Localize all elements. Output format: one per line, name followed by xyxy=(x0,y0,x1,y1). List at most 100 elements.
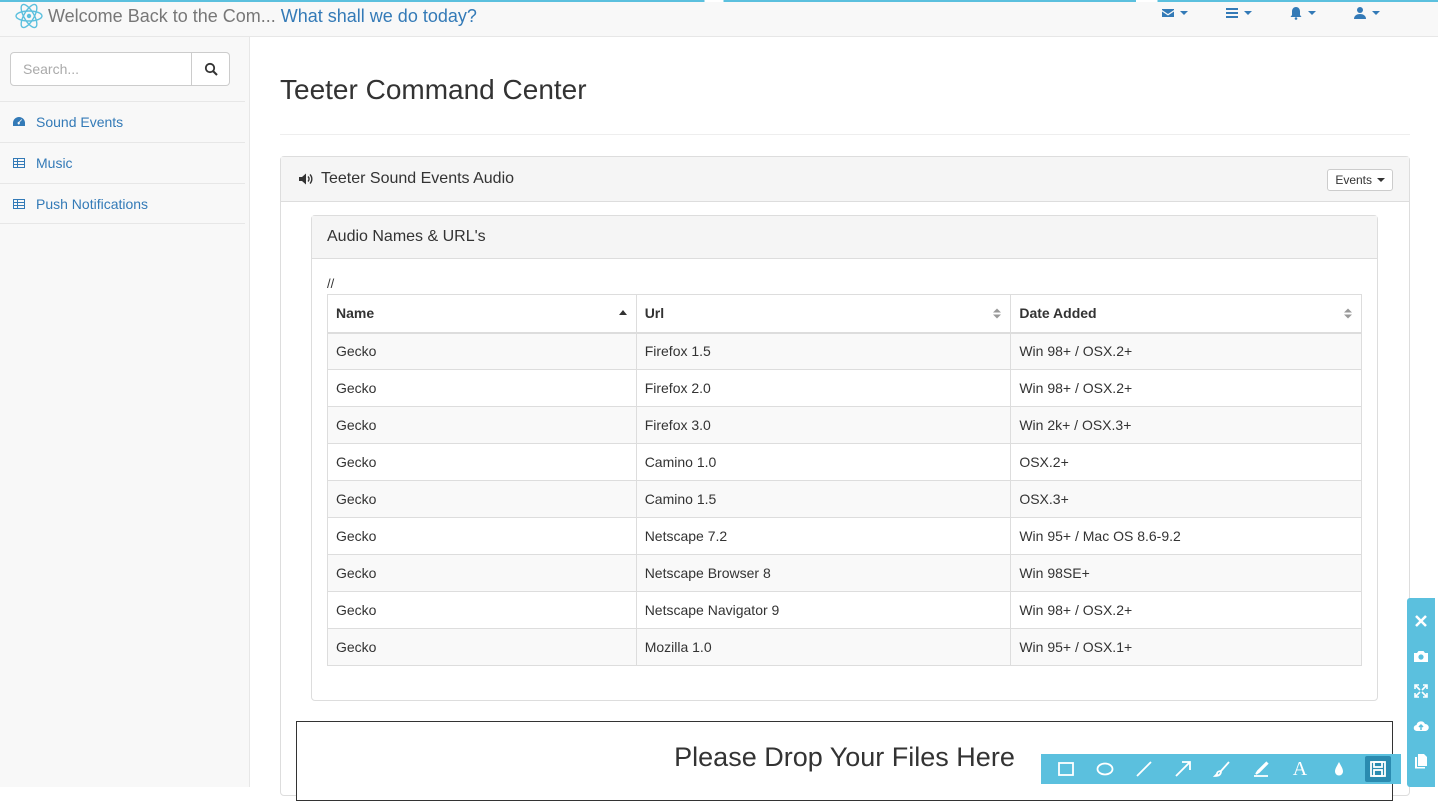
table-row: Gecko Mozilla 1.0 Win 95+ / OSX.1+ xyxy=(327,628,1362,666)
table-row: Gecko Firefox 2.0 Win 98+ / OSX.2+ xyxy=(327,369,1362,407)
brand[interactable]: Welcome Back to the Com... What shall we… xyxy=(14,3,477,29)
column-header-name[interactable]: Name xyxy=(327,294,637,334)
table-icon xyxy=(13,198,25,209)
line-tool[interactable] xyxy=(1131,756,1157,782)
cell-url: Camino 1.5 xyxy=(635,480,1012,518)
events-button-label: Events xyxy=(1335,173,1372,187)
camera-tool-button[interactable] xyxy=(1412,647,1430,665)
sidebar: Sound Events Music Push Notifications xyxy=(0,37,250,787)
cell-url: Firefox 2.0 xyxy=(635,369,1012,407)
tasks-dropdown[interactable] xyxy=(1206,4,1270,22)
brush-tool[interactable] xyxy=(1209,756,1235,782)
cell-name: Gecko xyxy=(327,480,637,518)
table-row: Gecko Camino 1.5 OSX.3+ xyxy=(327,480,1362,518)
cell-url: Netscape Navigator 9 xyxy=(635,591,1012,629)
cloud-upload-icon xyxy=(1413,721,1429,732)
comment-text: // xyxy=(327,276,335,291)
cell-date: OSX.3+ xyxy=(1010,480,1362,518)
cell-date: Win 2k+ / OSX.3+ xyxy=(1010,406,1362,444)
text-tool-label: A xyxy=(1292,758,1308,780)
table-row: Gecko Firefox 1.5 Win 98+ / OSX.2+ xyxy=(327,332,1362,370)
inner-panel-heading: Audio Names & URL's xyxy=(312,216,1377,259)
panel-heading: Teeter Sound Events Audio Events xyxy=(281,157,1409,202)
column-header-url[interactable]: Url xyxy=(635,294,1012,334)
cell-name: Gecko xyxy=(327,369,637,407)
cell-name: Gecko xyxy=(327,628,637,666)
blur-tool[interactable] xyxy=(1326,756,1352,782)
cell-url: Firefox 1.5 xyxy=(635,332,1012,370)
cell-name: Gecko xyxy=(327,332,637,370)
search-button[interactable] xyxy=(192,52,230,86)
cell-date: Win 95+ / OSX.1+ xyxy=(1010,628,1362,666)
cell-url: Firefox 3.0 xyxy=(635,406,1012,444)
divider xyxy=(280,134,1410,135)
panel-title: Teeter Sound Events Audio xyxy=(321,170,515,187)
cell-url: Camino 1.0 xyxy=(635,443,1012,481)
table-row: Gecko Netscape Navigator 9 Win 98+ / OSX.2… xyxy=(327,591,1362,629)
audio-table: Name Url Date Added Gecko Firefox 1.5 Win … xyxy=(327,294,1362,666)
events-dropdown-button[interactable]: Events xyxy=(1327,169,1393,191)
cell-date: Win 95+ / Mac OS 8.6-9.2 xyxy=(1010,517,1362,555)
cell-name: Gecko xyxy=(327,517,637,555)
welcome-text: Welcome Back to the Com... xyxy=(48,5,276,26)
cell-date: Win 98+ / OSX.2+ xyxy=(1010,369,1362,407)
search-icon xyxy=(204,62,218,76)
sort-icon xyxy=(993,308,1002,319)
cell-name: Gecko xyxy=(327,406,637,444)
messages-dropdown[interactable] xyxy=(1142,4,1206,22)
capture-side-toolbar xyxy=(1407,598,1435,787)
cell-name: Gecko xyxy=(327,591,637,629)
cell-date: Win 98SE+ xyxy=(1010,554,1362,592)
cell-date: Win 98+ / OSX.2+ xyxy=(1010,591,1362,629)
droplet-icon xyxy=(1335,762,1343,776)
table-row: Gecko Netscape 7.2 Win 95+ / Mac OS 8.6-9.… xyxy=(327,517,1362,555)
user-dropdown[interactable] xyxy=(1334,4,1398,22)
tasks-icon xyxy=(1225,8,1238,18)
sidebar-item-label: Push Notifications xyxy=(36,195,149,212)
sidebar-item-push-notifications[interactable]: Push Notifications xyxy=(0,183,245,224)
top-navbar: Welcome Back to the Com... What shall we… xyxy=(0,0,1438,37)
arrow-tool[interactable] xyxy=(1170,756,1196,782)
close-icon xyxy=(1415,615,1427,627)
table-icon xyxy=(13,158,25,168)
highlighter-tool[interactable] xyxy=(1248,756,1274,782)
sort-icon xyxy=(1344,308,1352,319)
cell-date: OSX.2+ xyxy=(1010,443,1362,481)
rectangle-icon xyxy=(1058,762,1074,776)
copy-tool-button[interactable] xyxy=(1412,752,1430,770)
cell-url: Netscape 7.2 xyxy=(635,517,1012,555)
upload-tool-button[interactable] xyxy=(1412,717,1430,735)
camera-icon xyxy=(1414,651,1428,662)
sidebar-item-sound-events[interactable]: Sound Events xyxy=(0,101,245,142)
brush-icon xyxy=(1213,761,1230,777)
sort-asc-icon xyxy=(618,310,627,315)
column-header-date-added[interactable]: Date Added xyxy=(1010,294,1362,334)
chevron-down-icon xyxy=(1377,178,1385,182)
line-icon xyxy=(1136,761,1152,777)
sidebar-search xyxy=(10,52,230,86)
rectangle-tool[interactable] xyxy=(1053,756,1079,782)
volume-icon xyxy=(299,173,313,185)
prompt-text: What shall we do today? xyxy=(280,5,477,26)
cell-name: Gecko xyxy=(327,443,637,481)
highlighter-icon xyxy=(1254,761,1269,777)
cell-url: Netscape Browser 8 xyxy=(635,554,1012,592)
alerts-dropdown[interactable] xyxy=(1270,4,1334,22)
close-tool-button[interactable] xyxy=(1412,612,1430,630)
expand-icon xyxy=(1414,684,1428,698)
sidebar-nav: Sound Events Music Push Notifications xyxy=(0,101,245,224)
arrow-icon xyxy=(1175,761,1191,777)
text-tool[interactable]: A xyxy=(1287,756,1313,782)
search-input[interactable] xyxy=(10,52,192,86)
save-tool[interactable] xyxy=(1365,756,1391,782)
save-icon xyxy=(1370,761,1386,777)
cell-url: Mozilla 1.0 xyxy=(635,628,1012,666)
ellipse-icon xyxy=(1096,762,1114,776)
copy-icon xyxy=(1415,754,1427,769)
atom-logo-icon xyxy=(15,3,43,29)
cell-name: Gecko xyxy=(327,554,637,592)
fullscreen-tool-button[interactable] xyxy=(1412,682,1430,700)
audio-names-panel: Audio Names & URL's // Name Url Date Add… xyxy=(311,215,1378,701)
ellipse-tool[interactable] xyxy=(1092,756,1118,782)
sidebar-item-music[interactable]: Music xyxy=(0,142,245,183)
